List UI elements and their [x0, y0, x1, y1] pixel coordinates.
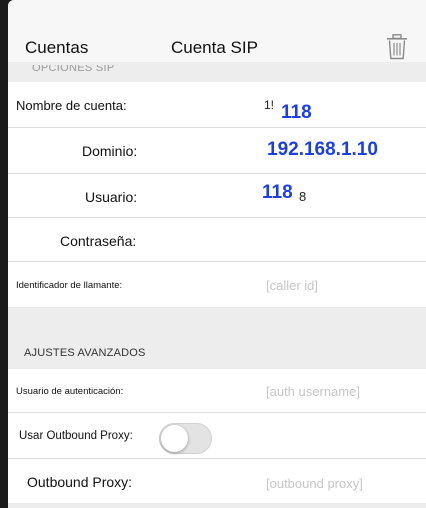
advanced-settings-group: Usuario de autenticación: [auth username…: [8, 369, 426, 503]
user-value[interactable]: 8: [299, 189, 306, 204]
outbound-proxy-toggle[interactable]: [159, 423, 212, 454]
account-name-value[interactable]: 1!: [264, 98, 274, 112]
domain-value[interactable]: 192.168.1.10: [267, 139, 378, 161]
outbound-proxy-field[interactable]: [outbound proxy]: [266, 476, 363, 491]
domain-row[interactable]: Dominio: 192.168.1.10: [8, 128, 426, 173]
domain-label: Dominio:: [82, 143, 138, 159]
caller-id-field[interactable]: [caller id]: [266, 278, 318, 293]
account-name-row[interactable]: Nombre de cuenta: 1! 118: [8, 82, 426, 127]
toggle-knob: [161, 425, 188, 452]
account-name-overlay: 118: [281, 102, 312, 123]
navigation-bar: Cuentas Cuenta SIP: [8, 0, 426, 62]
user-label: Usuario:: [85, 189, 138, 205]
outbound-proxy-label: Outbound Proxy:: [27, 474, 133, 490]
password-label: Contraseña:: [60, 233, 137, 249]
user-row[interactable]: Usuario: 118 8: [8, 174, 426, 217]
outbound-proxy-row[interactable]: Outbound Proxy: [outbound proxy]: [8, 459, 426, 503]
screen: Cuentas Cuenta SIP OPCIONES SIP Nombre d…: [0, 0, 426, 508]
auth-username-label: Usuario de autenticación:: [16, 386, 124, 397]
outbound-toggle-row: Usar Outbound Proxy:: [8, 413, 426, 458]
caller-id-row[interactable]: Identificador de llamante: [caller id]: [8, 262, 426, 307]
auth-username-row[interactable]: Usuario de autenticación: [auth username…: [8, 369, 426, 412]
back-button[interactable]: Cuentas: [25, 38, 88, 58]
user-overlay: 118: [262, 182, 293, 203]
password-row[interactable]: Contraseña:: [8, 218, 426, 261]
account-panel: Cuentas Cuenta SIP OPCIONES SIP Nombre d…: [8, 0, 426, 508]
trash-icon[interactable]: [386, 34, 408, 60]
section-header-advanced: AJUSTES AVANZADOS: [24, 347, 146, 359]
account-name-label: Nombre de cuenta:: [16, 98, 127, 113]
page-title: Cuenta SIP: [171, 38, 258, 57]
caller-id-label: Identificador de llamante:: [16, 280, 123, 291]
sip-settings-group: Nombre de cuenta: 1! 118 Dominio: 192.16…: [8, 82, 426, 307]
outbound-toggle-label: Usar Outbound Proxy:: [19, 430, 133, 442]
section-header-sip: OPCIONES SIP: [32, 62, 115, 74]
auth-username-field[interactable]: [auth username]: [266, 384, 360, 399]
